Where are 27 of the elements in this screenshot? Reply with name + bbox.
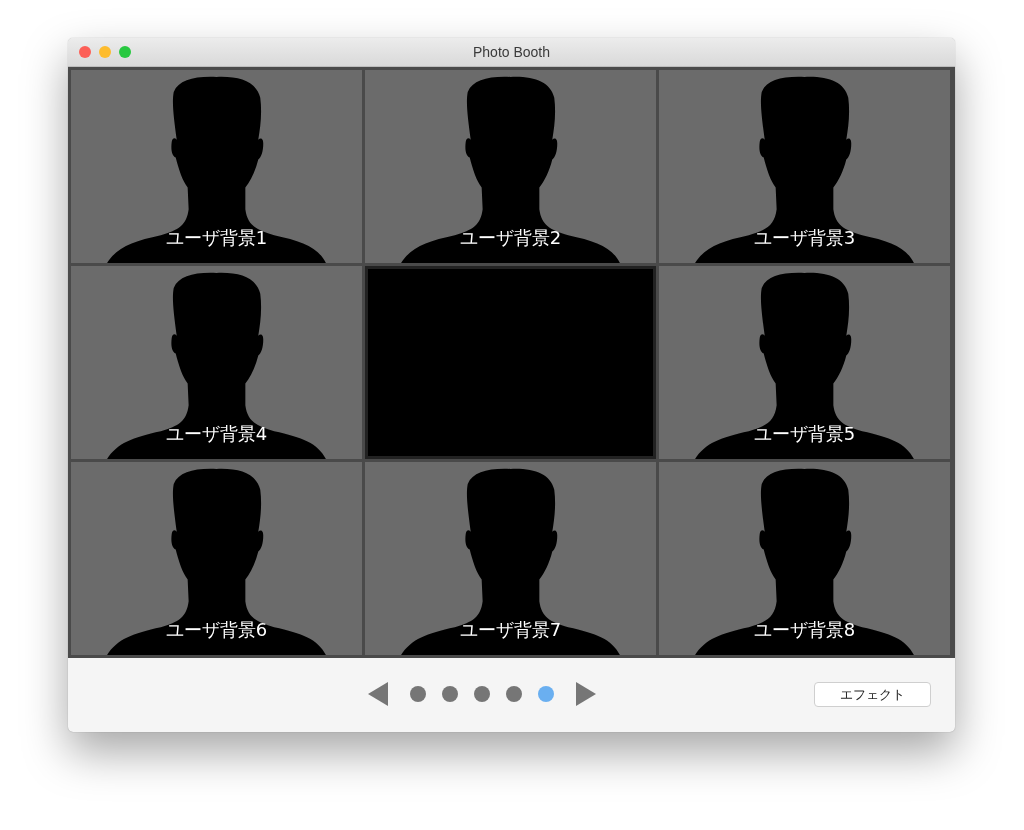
page-dot[interactable] xyxy=(410,686,426,702)
page-dot[interactable] xyxy=(442,686,458,702)
tile-label: ユーザ背景1 xyxy=(164,226,269,250)
background-tile[interactable]: ユーザ背景2 xyxy=(365,70,656,263)
tile-label: ユーザ背景8 xyxy=(752,618,857,642)
background-tile[interactable]: ユーザ背景5 xyxy=(659,266,950,459)
background-tile[interactable]: ユーザ背景7 xyxy=(365,462,656,655)
window-title: Photo Booth xyxy=(472,44,551,60)
effects-button[interactable]: エフェクト xyxy=(814,682,931,707)
tile-label: ユーザ背景6 xyxy=(164,618,269,642)
page-dot[interactable] xyxy=(506,686,522,702)
close-button[interactable] xyxy=(79,46,91,58)
tile-label: ユーザ背景3 xyxy=(752,226,857,250)
background-tile[interactable]: ユーザ背景4 xyxy=(71,266,362,459)
next-arrow-icon[interactable] xyxy=(576,682,596,706)
page-dot[interactable] xyxy=(474,686,490,702)
empty-tile[interactable] xyxy=(365,266,656,459)
tile-label: ユーザ背景5 xyxy=(752,422,857,446)
background-tile[interactable]: ユーザ背景8 xyxy=(659,462,950,655)
background-tile[interactable]: ユーザ背景3 xyxy=(659,70,950,263)
background-tile[interactable]: ユーザ背景1 xyxy=(71,70,362,263)
page-dot[interactable] xyxy=(538,686,554,702)
tile-label: ユーザ背景4 xyxy=(164,422,269,446)
background-tile[interactable]: ユーザ背景6 xyxy=(71,462,362,655)
tile-label: ユーザ背景7 xyxy=(458,618,563,642)
previous-arrow-icon[interactable] xyxy=(368,682,388,706)
tile-label: ユーザ背景2 xyxy=(458,226,563,250)
